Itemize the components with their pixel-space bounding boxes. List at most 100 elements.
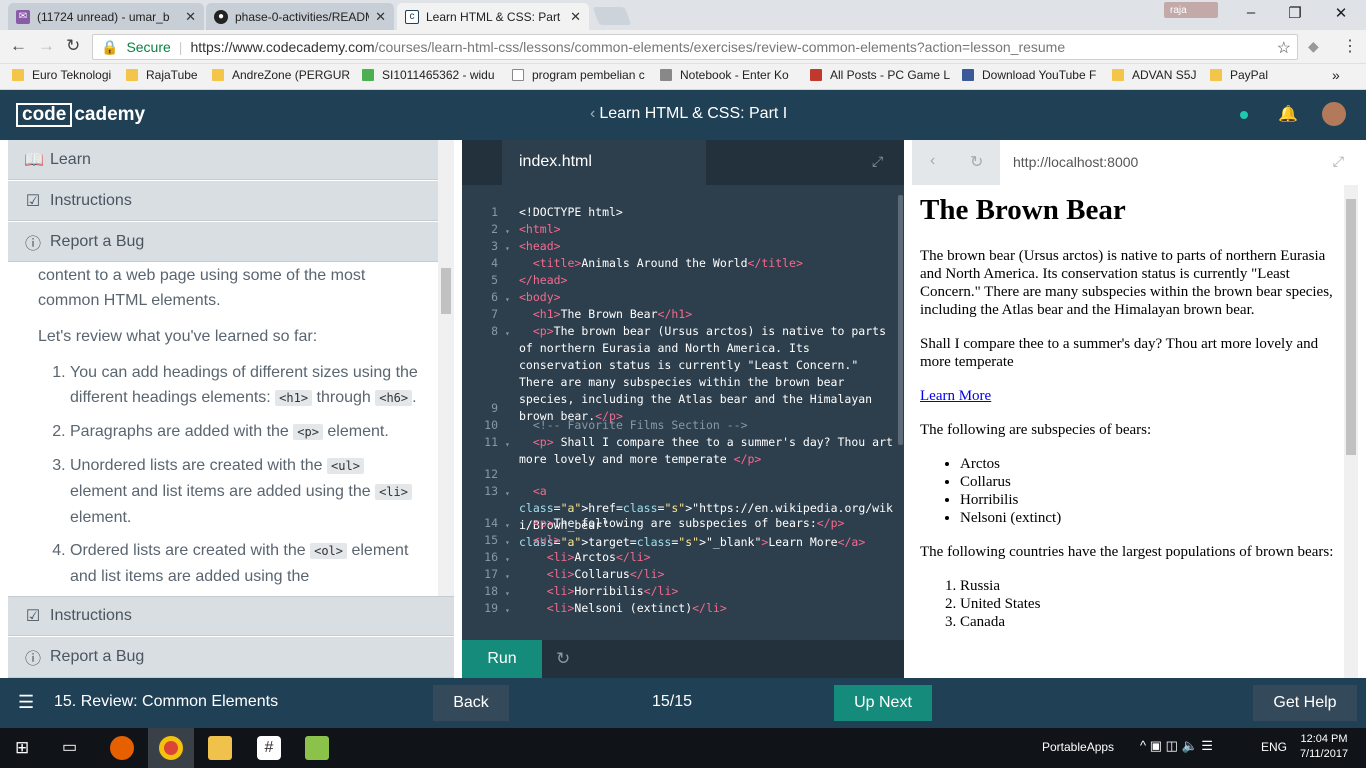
fold-arrow-icon[interactable]: ▾	[505, 534, 510, 551]
chrome-icon[interactable]	[159, 736, 183, 760]
course-title[interactable]: ‹ Learn HTML & CSS: Part I	[590, 105, 787, 123]
back-arrow-icon[interactable]: ←	[10, 36, 27, 56]
menu-icon[interactable]: ⋮	[1342, 36, 1358, 56]
url-input[interactable]: 🔒 Secure | https://www.codecademy.com /c…	[92, 34, 1298, 60]
report-bug-tab-bottom[interactable]: ⓘ Report a Bug	[8, 637, 454, 678]
bookmark-item[interactable]: RajaTube	[126, 68, 198, 82]
forward-arrow-icon[interactable]: →	[38, 36, 55, 56]
instructions-tab-bottom[interactable]: ☑ Instructions	[8, 596, 454, 636]
run-button[interactable]: Run	[462, 640, 542, 678]
bell-icon[interactable]: 🔔	[1278, 104, 1298, 124]
slack-icon[interactable]: #	[257, 736, 281, 760]
extension-icon[interactable]: ◆	[1308, 38, 1319, 55]
preview-url-field[interactable]: http://localhost:8000 ⤢	[1000, 140, 1358, 185]
learn-more-link[interactable]: Learn More	[920, 388, 991, 404]
get-help-button[interactable]: Get Help	[1253, 685, 1357, 721]
minimize-icon[interactable]: –	[1228, 4, 1274, 24]
editor-scrollbar-thumb[interactable]	[898, 195, 903, 445]
reload-icon[interactable]: ↻	[66, 36, 80, 56]
close-window-icon[interactable]: ✕	[1318, 4, 1364, 24]
bookmark-label: AndreZone (PERGUR	[232, 68, 351, 82]
bookmark-item[interactable]: ADVAN S5J	[1112, 68, 1196, 82]
file-explorer-icon[interactable]	[208, 736, 232, 760]
fold-arrow-icon[interactable]: ▾	[505, 485, 510, 502]
fold-arrow-icon[interactable]: ▾	[505, 602, 510, 619]
fold-arrow-icon[interactable]: ▾	[505, 325, 510, 342]
new-tab-button[interactable]	[592, 7, 632, 25]
hamburger-menu-icon[interactable]: ☰	[18, 692, 34, 713]
scrollbar-thumb[interactable]	[1346, 199, 1356, 455]
reset-icon[interactable]: ↻	[556, 649, 570, 669]
report-bug-tab[interactable]: ⓘ Report a Bug	[8, 222, 454, 262]
browser-tab-github[interactable]: ● phase-0-activities/READM ✕	[206, 3, 394, 30]
fold-arrow-icon[interactable]: ▾	[505, 240, 510, 257]
bookmark-item[interactable]: PayPal	[1210, 68, 1268, 82]
code-area[interactable]: 1 <!DOCTYPE html> 2 ▾ <html> 3 ▾ <head> 4 <title…	[462, 201, 898, 637]
lesson-name[interactable]: 15. Review: Common Elements	[54, 693, 278, 711]
spreadsheet-icon[interactable]	[305, 736, 329, 760]
bookmark-item[interactable]: Notebook - Enter Ko	[660, 68, 789, 82]
list-item: Collarus	[960, 473, 1334, 491]
course-title-text: Learn HTML & CSS: Part I	[599, 105, 788, 122]
profile-chip[interactable]: raja	[1164, 2, 1218, 18]
fold-arrow-icon[interactable]: ▾	[505, 436, 510, 453]
bookmark-label: Euro Teknologi	[32, 68, 112, 82]
browser-tab-gmail[interactable]: ✉ (11724 unread) - umar_b ✕	[8, 3, 204, 30]
clock-time: 12:04 PM	[1300, 733, 1348, 745]
windows-start-icon[interactable]: ⊞	[15, 738, 29, 758]
expand-icon[interactable]: ⤢	[872, 153, 883, 170]
checkbox-icon: ☑	[25, 192, 41, 210]
preview-toolbar: ‹ ↻ http://localhost:8000 ⤢	[912, 140, 1358, 185]
bookmark-item[interactable]: Euro Teknologi	[12, 68, 111, 82]
clock[interactable]: 12:04 PM 7/11/2017	[1298, 732, 1350, 762]
back-button[interactable]: Back	[433, 685, 509, 721]
bookmarks-bar: Euro Teknologi RajaTube AndreZone (PERGU…	[0, 64, 1366, 90]
portableapps-label[interactable]: PortableApps	[1042, 740, 1114, 754]
review-list: You can add headings of different sizes …	[38, 360, 418, 589]
up-next-button[interactable]: Up Next	[834, 685, 932, 721]
bookmark-star-icon[interactable]: ☆	[1277, 38, 1291, 58]
url-path: /courses/learn-html-css/lessons/common-e…	[374, 39, 1066, 55]
folder-icon	[212, 69, 224, 81]
fold-arrow-icon[interactable]: ▾	[505, 291, 510, 308]
fold-arrow-icon[interactable]: ▾	[505, 223, 510, 240]
avatar[interactable]	[1322, 102, 1346, 126]
browser-tab-codecademy[interactable]: c Learn HTML & CSS: Part I ✕	[397, 3, 589, 30]
scrollbar-thumb[interactable]	[441, 268, 451, 314]
preview-expand-icon[interactable]: ⤢	[1333, 153, 1344, 170]
fold-arrow-icon[interactable]: ▾	[505, 551, 510, 568]
learn-tab[interactable]: 📖 Learn	[8, 140, 454, 180]
file-name: index.html	[519, 153, 592, 170]
lesson-scrollbar[interactable]	[438, 140, 454, 596]
bookmark-item[interactable]: SI1011465362 - widu	[362, 68, 495, 82]
folder-icon	[1210, 69, 1222, 81]
folder-icon	[126, 69, 138, 81]
language-indicator[interactable]: ENG	[1261, 740, 1287, 754]
file-tab-index[interactable]: index.html	[502, 140, 706, 185]
close-tab-icon[interactable]: ✕	[570, 9, 581, 25]
tray-icons[interactable]: ^ ▣ ◫ 🔈 ☰	[1140, 738, 1213, 754]
inline-code: <h6>	[375, 390, 413, 406]
preview-back-icon[interactable]: ‹	[930, 152, 935, 170]
bookmark-item[interactable]: AndreZone (PERGUR	[212, 68, 350, 82]
instructions-tab[interactable]: ☑ Instructions	[8, 181, 454, 221]
lesson-intro: content to a web page using some of the …	[38, 267, 366, 309]
bookmark-item[interactable]: program pembelian c	[512, 68, 645, 82]
preview-scrollbar[interactable]	[1344, 185, 1358, 678]
fold-arrow-icon[interactable]: ▾	[505, 517, 510, 534]
address-bar-row: ← → ↻ 🔒 Secure | https://www.codecademy.…	[0, 30, 1366, 64]
close-tab-icon[interactable]: ✕	[375, 9, 386, 25]
codecademy-logo[interactable]: code cademy	[16, 103, 145, 127]
fold-arrow-icon[interactable]: ▾	[505, 568, 510, 585]
bookmarks-overflow[interactable]: »	[1332, 67, 1340, 83]
run-bar: Run ↻	[462, 640, 904, 678]
firefox-icon[interactable]	[110, 736, 134, 760]
restore-icon[interactable]: ❐	[1272, 4, 1318, 24]
fold-arrow-icon[interactable]: ▾	[505, 585, 510, 602]
bookmark-item[interactable]: Download YouTube F	[962, 68, 1096, 82]
close-tab-icon[interactable]: ✕	[185, 9, 196, 25]
preview-reload-icon[interactable]: ↻	[970, 152, 983, 172]
item-text: element.	[322, 423, 389, 440]
task-view-icon[interactable]: ▭	[62, 737, 77, 757]
bookmark-item[interactable]: All Posts - PC Game L	[810, 68, 950, 82]
